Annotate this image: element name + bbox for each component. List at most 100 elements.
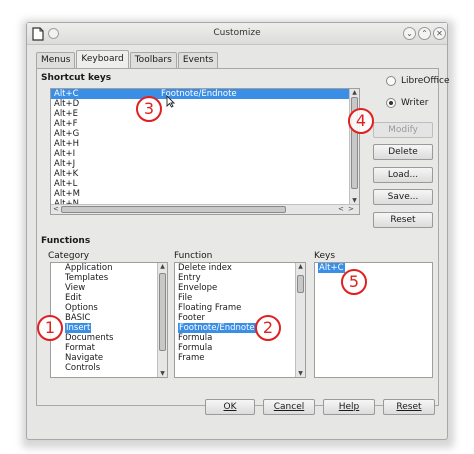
tab-menus[interactable]: Menus (36, 52, 76, 68)
help-button[interactable]: Help (323, 399, 375, 415)
function-item[interactable]: Floating Frame (175, 303, 305, 313)
scroll-thumb[interactable] (297, 275, 304, 293)
scroll-up-icon[interactable]: ▲ (296, 263, 305, 270)
scroll-down-icon[interactable]: ▼ (296, 370, 305, 377)
category-list[interactable]: Application Templates View Edit Options BASIC… (50, 262, 168, 378)
delete-button[interactable]: Delete (373, 144, 433, 160)
horizontal-scroll-thumb[interactable] (61, 206, 286, 213)
customize-dialog: Customize ⌄ ⌃ ✕ Menus Keyboard Toolbars … (26, 22, 450, 440)
shortcut-row[interactable]: Alt+E (51, 109, 359, 119)
cancel-button[interactable]: Cancel (263, 399, 315, 415)
load-button[interactable]: Load... (373, 167, 433, 183)
shortcut-key: Alt+M (54, 189, 80, 199)
scroll-down-icon[interactable]: ▼ (158, 370, 167, 377)
function-item-label: Entry (178, 273, 201, 283)
function-item[interactable]: Frame (175, 353, 305, 363)
function-scrollbar[interactable]: ▲ ▼ (295, 263, 305, 377)
tab-toolbars[interactable]: Toolbars (129, 52, 177, 68)
category-item-label: BASIC (65, 313, 91, 323)
category-item[interactable]: Navigate (65, 353, 167, 363)
shortcut-row[interactable]: Alt+M (51, 189, 359, 199)
radio-libreoffice-icon[interactable] (386, 76, 396, 86)
maximize-icon[interactable]: ⌃ (418, 27, 431, 40)
reset-side-button[interactable]: Reset (373, 212, 433, 228)
function-item[interactable]: Formula (175, 343, 305, 353)
category-item[interactable]: View (65, 283, 167, 293)
keys-list[interactable]: Alt+C (314, 262, 433, 378)
function-item-label: Formula (178, 343, 213, 353)
shortcut-keys-list[interactable]: Alt+C Footnote/Endnote Alt+D Alt+E Alt+F Alt+… (50, 88, 360, 215)
scroll-left-icon[interactable]: < (53, 205, 59, 214)
save-button[interactable]: Save... (373, 189, 433, 205)
libreoffice-radio[interactable]: LibreOffice (386, 76, 450, 86)
shortcut-row[interactable]: Alt+G (51, 129, 359, 139)
category-item[interactable]: Application (65, 263, 167, 273)
category-item[interactable]: Format (65, 343, 167, 353)
reset-button[interactable]: Reset (383, 399, 435, 415)
function-item[interactable]: Entry (175, 273, 305, 283)
mouse-cursor-icon (166, 95, 175, 108)
key-item[interactable]: Alt+C (315, 263, 432, 273)
scroll-left-icon[interactable]: < (338, 205, 344, 214)
category-item-label: Application (65, 263, 113, 273)
ok-button[interactable]: OK (205, 399, 255, 415)
shortcut-row[interactable]: Alt+D (51, 99, 359, 109)
category-item[interactable]: Documents (65, 333, 167, 343)
function-item[interactable]: Delete index (175, 263, 305, 273)
writer-radio[interactable]: Writer (386, 98, 428, 108)
shortcut-vertical-scrollbar[interactable]: ▲ ▼ (349, 89, 359, 204)
category-item[interactable]: Controls (65, 363, 167, 373)
category-item-label: Documents (65, 333, 114, 343)
shortcut-row[interactable]: Alt+F (51, 119, 359, 129)
function-item[interactable]: Envelope (175, 283, 305, 293)
category-item[interactable]: Insert (65, 323, 167, 333)
tab-bar: Menus Keyboard Toolbars Events (36, 50, 219, 68)
function-list[interactable]: Delete index Entry Envelope File Floating Fr… (174, 262, 306, 378)
title-bar[interactable]: Customize ⌄ ⌃ ✕ (27, 23, 447, 45)
callout-1: 1 (37, 315, 63, 341)
function-item[interactable]: Footnote/Endnote (175, 323, 305, 333)
shortcut-key: Alt+L (54, 179, 78, 189)
shortcut-row[interactable]: Alt+K (51, 169, 359, 179)
shortcut-row[interactable]: Alt+C Footnote/Endnote (51, 89, 359, 99)
writer-label: Writer (401, 98, 429, 108)
category-item[interactable]: BASIC (65, 313, 167, 323)
shortcut-row[interactable]: Alt+J (51, 159, 359, 169)
function-item-label: Footnote/Endnote (178, 323, 256, 333)
tab-events[interactable]: Events (177, 52, 219, 68)
tab-keyboard[interactable]: Keyboard (76, 50, 129, 68)
shortcut-row[interactable]: Alt+L (51, 179, 359, 189)
shortcut-row[interactable]: Alt+H (51, 139, 359, 149)
function-item[interactable]: File (175, 293, 305, 303)
category-scrollbar[interactable]: ▲ ▼ (157, 263, 167, 377)
function-label: Function (174, 251, 213, 261)
category-item-label: Navigate (65, 353, 104, 363)
function-item-label: Envelope (178, 283, 218, 293)
ok-label: OK (223, 402, 237, 412)
modify-button[interactable]: Modify (373, 122, 433, 138)
function-item[interactable]: Formula (175, 333, 305, 343)
keys-label: Keys (314, 251, 336, 261)
function-item-label: Floating Frame (178, 303, 242, 313)
callout-2: 2 (255, 315, 281, 341)
close-icon[interactable]: ✕ (433, 27, 446, 40)
scroll-up-icon[interactable]: ▲ (350, 89, 359, 96)
category-item[interactable]: Options (65, 303, 167, 313)
scroll-down-icon[interactable]: ▼ (350, 197, 359, 204)
scroll-thumb[interactable] (159, 273, 166, 351)
window-title: Customize (213, 28, 261, 38)
category-item[interactable]: Templates (65, 273, 167, 283)
minimize-icon[interactable]: ⌄ (403, 27, 416, 40)
function-item[interactable]: Footer (175, 313, 305, 323)
shortcut-key: Alt+H (54, 139, 80, 149)
help-label: Help (338, 402, 360, 412)
libreoffice-label: LibreOffice (401, 76, 450, 86)
functions-heading: Functions (41, 236, 91, 246)
category-item[interactable]: Edit (65, 293, 167, 303)
shortcut-horizontal-scrollbar[interactable]: < < > (51, 204, 359, 214)
shortcut-row[interactable]: Alt+I (51, 149, 359, 159)
radio-writer-icon[interactable] (386, 98, 396, 108)
scroll-up-icon[interactable]: ▲ (158, 263, 167, 270)
scroll-right-icon[interactable]: > (348, 205, 354, 214)
shortcut-key: Alt+G (54, 129, 80, 139)
